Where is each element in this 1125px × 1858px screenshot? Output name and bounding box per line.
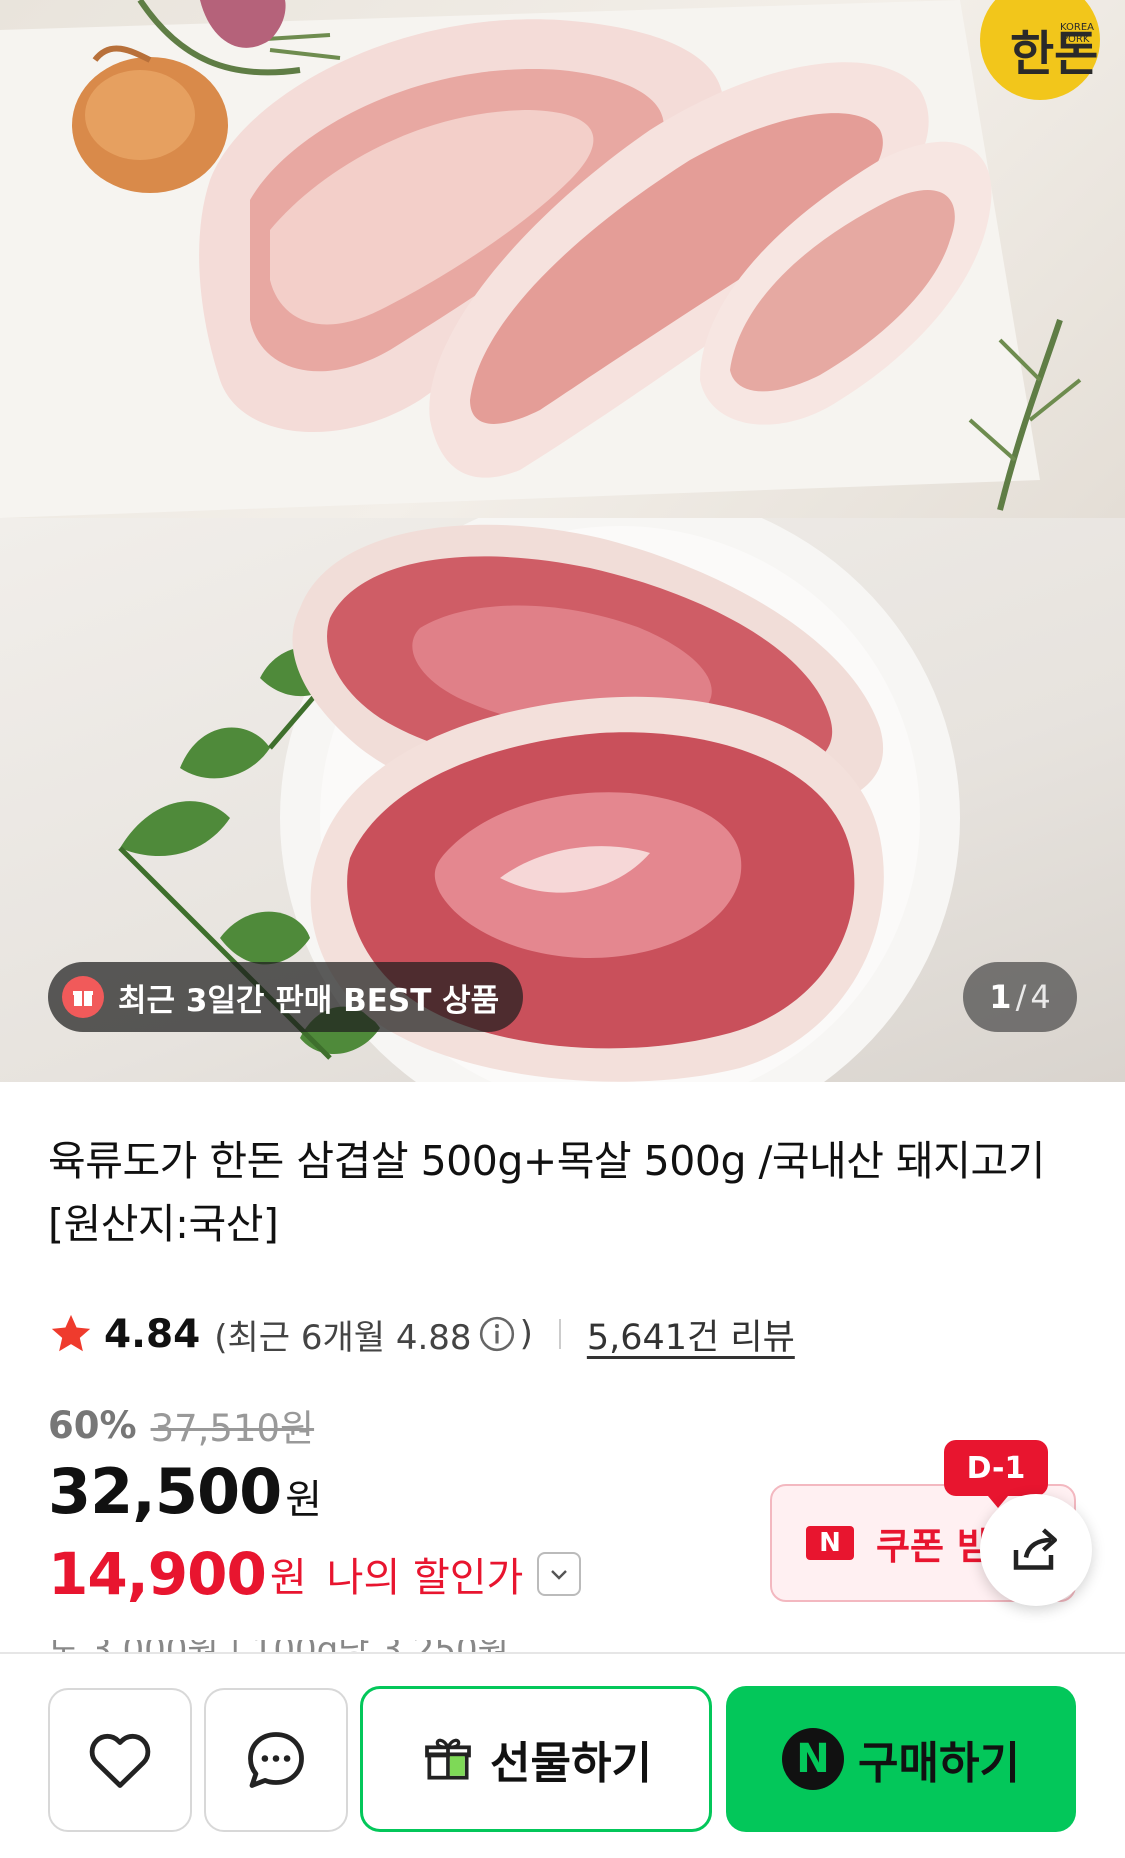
info-icon[interactable]: [478, 1315, 516, 1353]
heart-icon: [89, 1733, 151, 1788]
share-button[interactable]: [980, 1494, 1092, 1606]
rating-value: 4.84: [104, 1311, 201, 1357]
discount-row: 60% 37,510원: [48, 1398, 314, 1452]
svg-text:KOREA: KOREA: [1060, 22, 1094, 33]
best-seller-text: 최근 3일간 판매 BEST 상품: [118, 982, 500, 1019]
share-icon: [1013, 1528, 1057, 1570]
image-counter: 1 / 4: [963, 962, 1077, 1032]
dday-badge: D-1: [944, 1440, 1048, 1508]
chevron-down-icon[interactable]: [537, 1552, 582, 1596]
npay-icon: N: [782, 1728, 845, 1790]
image-counter-current: 1: [989, 978, 1012, 1016]
best-seller-badge: 최근 3일간 판매 BEST 상품: [48, 962, 524, 1032]
my-price-label: 나의 할인가: [326, 1555, 524, 1601]
my-price: 14,900: [48, 1540, 267, 1608]
divider: [558, 1319, 561, 1349]
chat-button[interactable]: [204, 1688, 348, 1832]
gift-button-label: 선물하기: [490, 1738, 652, 1789]
brand-logo: 한돈 KOREA PORK: [980, 0, 1100, 100]
buy-button[interactable]: N 구매하기: [726, 1686, 1076, 1832]
recent-rating: (최근 6개월 4.88 ): [214, 1310, 533, 1359]
recent-rating-close: ): [519, 1314, 533, 1354]
star-icon: [51, 1314, 91, 1352]
rating-row: 4.84 (최근 6개월 4.88 ) 5,641건 리뷰: [48, 1306, 795, 1362]
npay-coupon-icon: N: [806, 1526, 854, 1560]
product-image-pork-belly: 한돈 KOREA PORK: [0, 0, 1125, 518]
sale-price-unit: 원: [285, 1477, 323, 1523]
buy-button-label: 구매하기: [858, 1738, 1020, 1789]
image-counter-total: 4: [1030, 978, 1051, 1016]
svg-text:PORK: PORK: [1062, 34, 1090, 45]
chat-bubble-icon: [248, 1732, 304, 1788]
image-counter-separator: /: [1015, 978, 1027, 1016]
my-price-row[interactable]: 14,900 원 나의 할인가: [48, 1540, 582, 1608]
product-image-gallery[interactable]: 한돈 KOREA PORK 최근 3일간 판매 BEST 상품 1 / 4: [0, 0, 1125, 1082]
review-count-link[interactable]: 5,641건 리뷰: [587, 1309, 795, 1360]
sale-price-row: 32,500 원: [48, 1455, 322, 1528]
gift-button[interactable]: 선물하기: [360, 1686, 712, 1832]
bottom-action-bar: 선물하기 N 구매하기: [0, 1652, 1125, 1858]
recent-rating-text: (최근 6개월 4.88: [214, 1317, 472, 1358]
like-button[interactable]: [48, 1688, 192, 1832]
gift-box-icon: [62, 976, 104, 1018]
product-title: 육류도가 한돈 삼겹살 500g+목살 500g /국내산 돼지고기 [원산지:…: [48, 1137, 1045, 1248]
sale-price: 32,500: [48, 1455, 282, 1528]
original-price: 37,510원: [150, 1407, 315, 1450]
my-price-unit: 원: [269, 1555, 307, 1601]
gift-icon: [425, 1738, 471, 1780]
discount-rate: 60%: [48, 1403, 137, 1447]
